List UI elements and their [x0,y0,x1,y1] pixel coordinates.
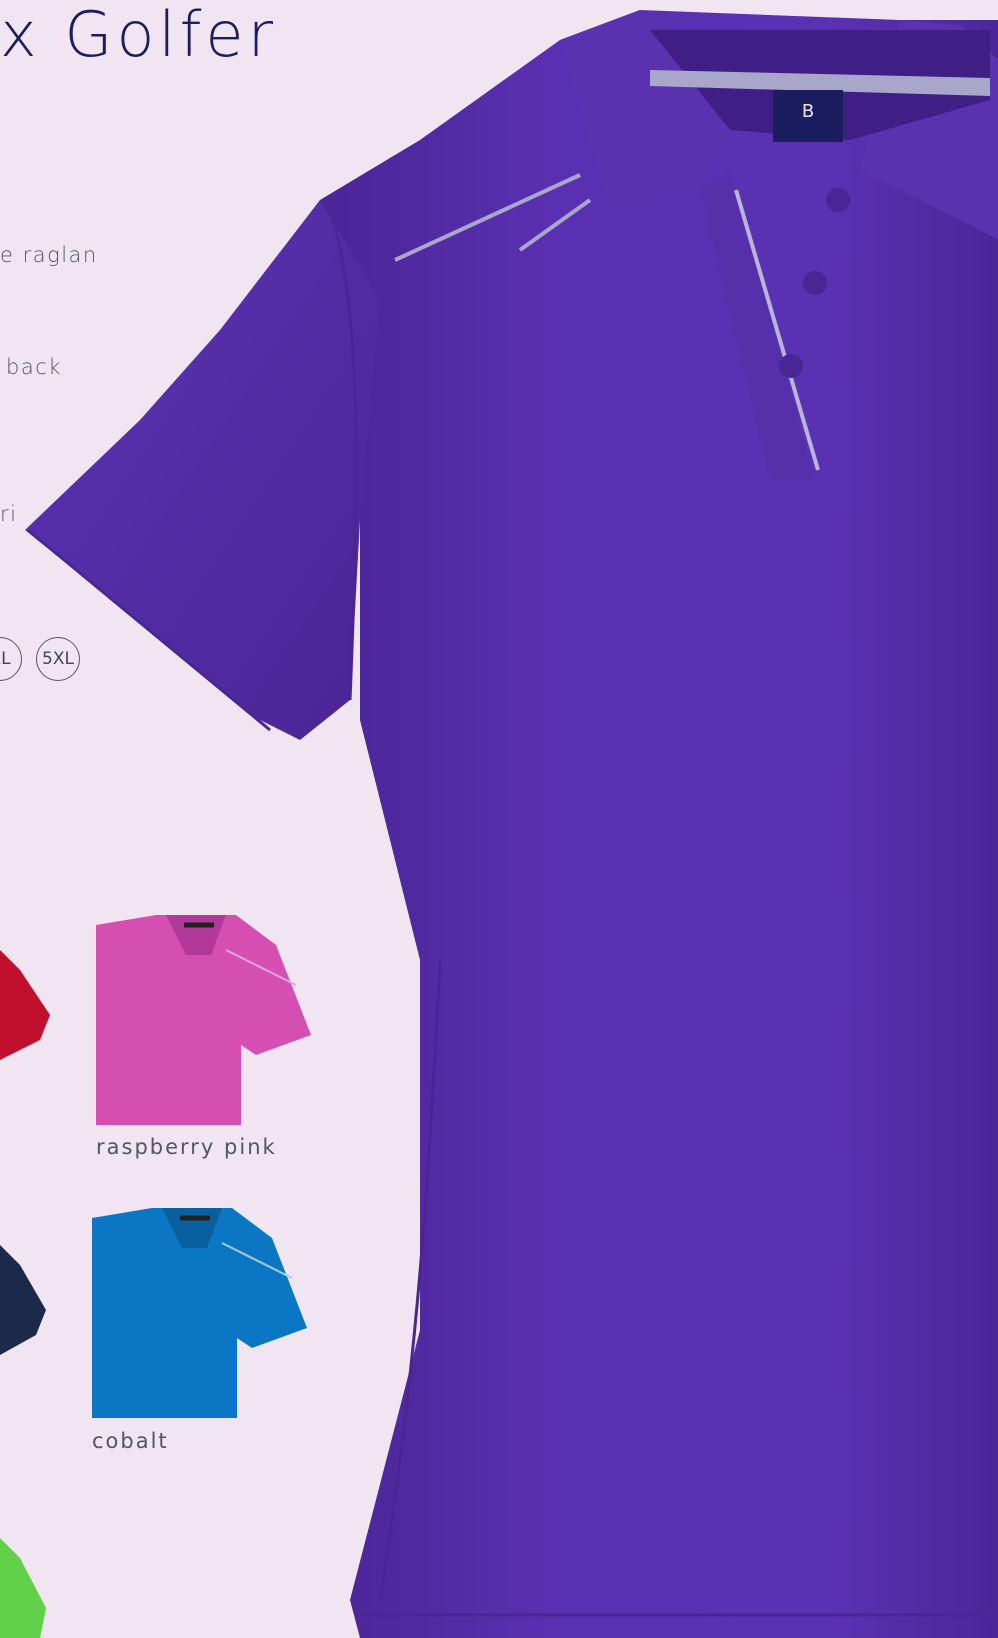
swatch-navy-partial[interactable] [0,1225,60,1365]
feature-text-2: back [6,355,62,379]
size-option-5xl[interactable]: 5XL [36,637,80,681]
swatch-cobalt[interactable] [92,1208,312,1418]
swatch-label-cobalt: cobalt [92,1429,169,1453]
swatch-label-raspberry-pink: raspberry pink [96,1135,277,1159]
product-title: x Golfer [0,0,278,71]
feature-text-1: e raglan [0,243,98,267]
size-option-xl[interactable]: XL [0,637,22,681]
swatch-raspberry-pink[interactable] [96,915,316,1125]
collar-logo: B [802,101,814,122]
feature-text-3: ri [0,502,18,526]
catalog-page: B x Golfer e raglan back ri XL 5XL raspb… [0,0,998,1638]
swatch-red-partial[interactable] [0,930,60,1070]
swatch-green-partial[interactable] [0,1528,60,1638]
